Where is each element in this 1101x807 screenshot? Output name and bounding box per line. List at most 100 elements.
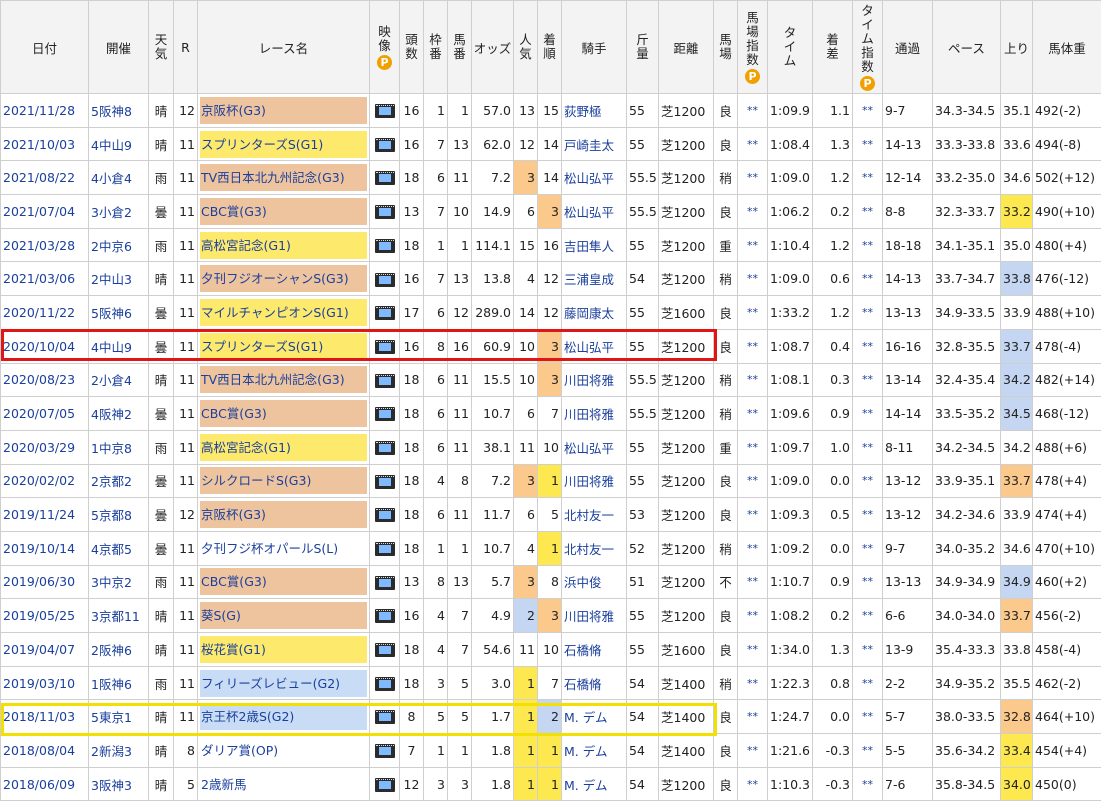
col-venue[interactable]: 開催 bbox=[88, 0, 149, 94]
venue-link[interactable]: 1阪神6 bbox=[91, 677, 132, 692]
race-date-cell[interactable]: 2019/06/30 bbox=[0, 564, 89, 600]
race-name-link[interactable]: フィリーズレビュー(G2) bbox=[200, 669, 367, 697]
race-date-cell[interactable]: 2020/10/04 bbox=[0, 328, 89, 364]
race-date-link[interactable]: 2021/03/28 bbox=[3, 238, 75, 253]
venue-cell[interactable]: 2新潟3 bbox=[88, 733, 149, 768]
jockey-cell[interactable]: 川田将雅 bbox=[561, 598, 627, 633]
venue-cell[interactable]: 3中京2 bbox=[88, 564, 149, 600]
race-name-cell[interactable]: 桜花賞(G1) bbox=[197, 632, 370, 667]
race-date-link[interactable]: 2021/10/03 bbox=[3, 137, 75, 152]
video-icon[interactable] bbox=[374, 171, 395, 186]
jockey-link[interactable]: 松山弘平 bbox=[564, 340, 614, 355]
race-date-cell[interactable]: 2018/11/03 bbox=[0, 699, 89, 735]
col-pace[interactable]: ペース bbox=[932, 0, 1001, 94]
video-cell[interactable] bbox=[369, 126, 400, 162]
video-cell[interactable] bbox=[369, 699, 400, 735]
jockey-cell[interactable]: 松山弘平 bbox=[561, 194, 627, 229]
jockey-cell[interactable]: 川田将雅 bbox=[561, 362, 627, 398]
race-name-cell[interactable]: 夕刊フジオーシャンS(G3) bbox=[197, 261, 370, 297]
venue-link[interactable]: 2中京6 bbox=[91, 239, 132, 254]
race-date-cell[interactable]: 2021/10/03 bbox=[0, 126, 89, 162]
video-cell[interactable] bbox=[369, 261, 400, 297]
race-date-cell[interactable]: 2020/11/22 bbox=[0, 295, 89, 330]
jockey-link[interactable]: 川田将雅 bbox=[564, 407, 614, 422]
video-icon[interactable] bbox=[374, 440, 395, 455]
jockey-link[interactable]: 松山弘平 bbox=[564, 441, 614, 456]
col-baba-shisu[interactable]: 馬場指数 P bbox=[737, 0, 768, 94]
venue-cell[interactable]: 3阪神3 bbox=[88, 766, 149, 802]
video-icon[interactable] bbox=[374, 542, 395, 557]
race-date-cell[interactable]: 2019/11/24 bbox=[0, 497, 89, 532]
race-name-link[interactable]: 高松宮記念(G1) bbox=[200, 231, 367, 259]
race-date-link[interactable]: 2020/11/22 bbox=[3, 305, 75, 320]
video-cell[interactable] bbox=[369, 530, 400, 566]
video-cell[interactable] bbox=[369, 160, 400, 196]
race-date-link[interactable]: 2020/02/02 bbox=[3, 473, 75, 488]
video-cell[interactable] bbox=[369, 429, 400, 465]
race-name-cell[interactable]: 夕刊フジ杯オパールS(L) bbox=[197, 530, 370, 566]
col-time-shisu[interactable]: タイム指数 P bbox=[852, 0, 883, 94]
venue-link[interactable]: 3阪神3 bbox=[91, 778, 132, 793]
race-date-cell[interactable]: 2021/11/28 bbox=[0, 93, 89, 128]
col-jockey[interactable]: 騎手 bbox=[561, 0, 627, 94]
race-name-link[interactable]: シルクロードS(G3) bbox=[200, 467, 367, 495]
race-name-cell[interactable]: CBC賞(G3) bbox=[197, 194, 370, 229]
venue-cell[interactable]: 5阪神6 bbox=[88, 295, 149, 330]
video-cell[interactable] bbox=[369, 362, 400, 398]
jockey-link[interactable]: M. デム bbox=[564, 710, 607, 725]
race-name-cell[interactable]: スプリンターズS(G1) bbox=[197, 328, 370, 364]
video-cell[interactable] bbox=[369, 227, 400, 263]
col-chakusa[interactable]: 着差 bbox=[812, 0, 853, 94]
venue-cell[interactable]: 4京都5 bbox=[88, 530, 149, 566]
jockey-link[interactable]: M. デム bbox=[564, 778, 607, 793]
jockey-link[interactable]: 松山弘平 bbox=[564, 171, 614, 186]
jockey-cell[interactable]: 北村友一 bbox=[561, 530, 627, 566]
jockey-link[interactable]: 荻野極 bbox=[564, 104, 602, 119]
jockey-cell[interactable]: 松山弘平 bbox=[561, 328, 627, 364]
race-date-link[interactable]: 2019/03/10 bbox=[3, 676, 75, 691]
race-name-link[interactable]: 京阪杯(G3) bbox=[200, 501, 367, 529]
race-date-link[interactable]: 2021/07/04 bbox=[3, 204, 75, 219]
race-name-link[interactable]: 京阪杯(G3) bbox=[200, 96, 367, 124]
venue-link[interactable]: 2小倉4 bbox=[91, 373, 132, 388]
video-icon[interactable] bbox=[374, 676, 395, 691]
jockey-cell[interactable]: 藤岡康太 bbox=[561, 295, 627, 330]
race-name-link[interactable]: 夕刊フジ杯オパールS(L) bbox=[200, 535, 367, 562]
video-icon[interactable] bbox=[374, 339, 395, 354]
race-name-cell[interactable]: CBC賞(G3) bbox=[197, 564, 370, 600]
venue-link[interactable]: 2中山3 bbox=[91, 272, 132, 287]
video-cell[interactable] bbox=[369, 194, 400, 229]
venue-cell[interactable]: 5阪神8 bbox=[88, 93, 149, 128]
race-date-link[interactable]: 2020/08/23 bbox=[3, 372, 75, 387]
race-name-link[interactable]: CBC賞(G3) bbox=[200, 400, 367, 428]
race-date-cell[interactable]: 2020/03/29 bbox=[0, 429, 89, 465]
race-name-link[interactable]: マイルチャンピオンS(G1) bbox=[200, 298, 367, 326]
jockey-link[interactable]: 浜中俊 bbox=[564, 575, 602, 590]
video-cell[interactable] bbox=[369, 295, 400, 330]
video-icon[interactable] bbox=[374, 272, 395, 287]
video-cell[interactable] bbox=[369, 598, 400, 633]
venue-link[interactable]: 4中山9 bbox=[91, 138, 132, 153]
race-date-link[interactable]: 2020/10/04 bbox=[3, 339, 75, 354]
venue-link[interactable]: 3京都11 bbox=[91, 609, 140, 624]
race-date-link[interactable]: 2019/05/25 bbox=[3, 608, 75, 623]
video-cell[interactable] bbox=[369, 396, 400, 431]
jockey-cell[interactable]: 三浦皇成 bbox=[561, 261, 627, 297]
venue-link[interactable]: 4阪神2 bbox=[91, 407, 132, 422]
jockey-cell[interactable]: 松山弘平 bbox=[561, 429, 627, 465]
video-icon[interactable] bbox=[374, 609, 395, 624]
race-name-link[interactable]: 京王杯2歳S(G2) bbox=[200, 703, 367, 731]
jockey-link[interactable]: 藤岡康太 bbox=[564, 306, 614, 321]
race-name-cell[interactable]: TV西日本北九州記念(G3) bbox=[197, 160, 370, 196]
race-name-link[interactable]: 葵S(G) bbox=[200, 602, 367, 630]
race-date-link[interactable]: 2020/07/05 bbox=[3, 406, 75, 421]
video-icon[interactable] bbox=[374, 137, 395, 152]
race-name-cell[interactable]: CBC賞(G3) bbox=[197, 396, 370, 431]
video-icon[interactable] bbox=[374, 575, 395, 590]
race-name-link[interactable]: CBC賞(G3) bbox=[200, 568, 367, 596]
video-icon[interactable] bbox=[374, 710, 395, 725]
race-name-link[interactable]: 桜花賞(G1) bbox=[200, 635, 367, 663]
video-icon[interactable] bbox=[374, 205, 395, 220]
jockey-link[interactable]: 戸崎圭太 bbox=[564, 138, 614, 153]
race-date-cell[interactable]: 2019/10/14 bbox=[0, 530, 89, 566]
